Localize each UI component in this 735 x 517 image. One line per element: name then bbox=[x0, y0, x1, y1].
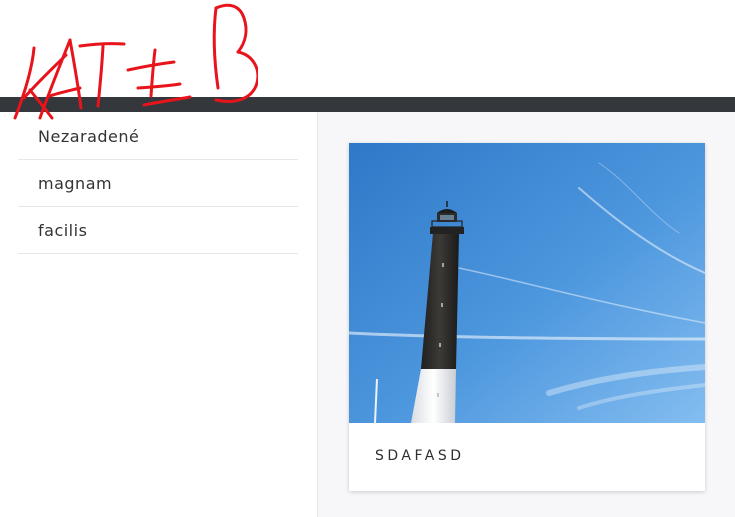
category-item-nezaradene[interactable]: Nezaradené bbox=[18, 112, 298, 160]
post-card[interactable]: SDAFASD bbox=[349, 143, 705, 491]
category-sidebar: Nezaradené magnam facilis bbox=[0, 112, 318, 517]
post-thumbnail-lighthouse[interactable] bbox=[349, 143, 705, 423]
category-item-facilis[interactable]: facilis bbox=[18, 207, 298, 254]
post-title[interactable]: SDAFASD bbox=[375, 448, 465, 464]
category-label: facilis bbox=[38, 220, 88, 240]
category-item-magnam[interactable]: magnam bbox=[18, 160, 298, 207]
category-list: Nezaradené magnam facilis bbox=[18, 112, 298, 254]
main-content: SDAFASD bbox=[318, 112, 735, 517]
site-header bbox=[0, 0, 735, 120]
top-navigation-bar bbox=[0, 97, 735, 112]
category-label: Nezaradené bbox=[38, 126, 140, 146]
category-label: magnam bbox=[38, 173, 113, 193]
